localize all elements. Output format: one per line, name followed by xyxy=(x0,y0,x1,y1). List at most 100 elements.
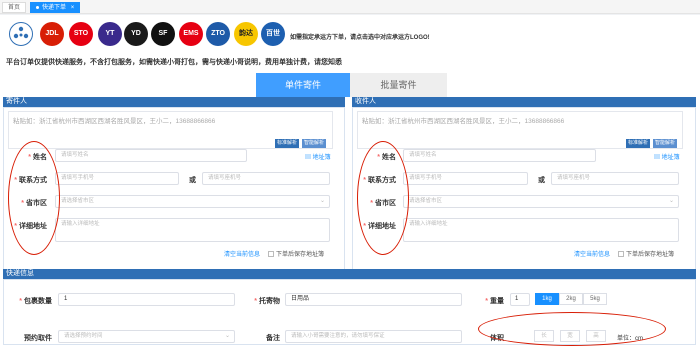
address-book-icon: ▤ xyxy=(305,155,313,161)
sender-region-select[interactable]: 请选择省市区 ⌄ xyxy=(55,195,330,208)
pickup-time-select[interactable]: 请选择预约时间 ⌄ xyxy=(58,330,235,343)
item-type-label-text: 托寄物 xyxy=(259,298,280,305)
weight-input[interactable]: 1 xyxy=(510,293,530,306)
carrier-logo-row: JDL STO YT YD SF EMS ZTO 韵达 百世 如需指定承运方下单… xyxy=(0,15,700,55)
weight-option-5kg[interactable]: 5kg xyxy=(583,293,607,305)
receiver-region-placeholder: 请选择省市区 xyxy=(409,198,443,204)
package-count-label-text: 包裹数量 xyxy=(24,298,52,305)
carrier-sto-logo[interactable]: STO xyxy=(69,22,93,46)
chevron-down-icon: ⌄ xyxy=(668,198,674,204)
receiver-address-book-text: 地址簿 xyxy=(661,155,680,161)
receiver-name-placeholder: 请填写姓名 xyxy=(409,152,437,158)
sender-panel-title: 寄件人 xyxy=(3,97,345,107)
tab-home[interactable]: 首页 xyxy=(2,2,27,13)
sender-paste-placeholder: 粘贴如：浙江省杭州市西湖区西湖名胜风景区，王小二，13688866866 xyxy=(13,118,216,125)
weight-value: 1 xyxy=(515,296,519,302)
carrier-ems-label: EMS xyxy=(183,30,199,37)
carrier-jdl-label: JDL xyxy=(45,30,59,37)
receiver-name-input[interactable]: 请填写姓名 xyxy=(403,149,596,162)
carrier-yt-label: YT xyxy=(105,30,115,37)
receiver-or-label: 或 xyxy=(538,177,545,184)
carrier-best-logo[interactable]: 百世 xyxy=(261,22,285,46)
sender-smart-parse-button[interactable]: 智能解析 xyxy=(302,139,327,148)
carrier-yd-logo[interactable]: YD xyxy=(124,22,148,46)
receiver-phone-input[interactable]: 请填写手机号 xyxy=(403,172,528,185)
sender-save-checkbox[interactable]: 下单后保存地址簿 xyxy=(268,249,324,258)
sender-phone-input[interactable]: 请填写手机号 xyxy=(55,172,179,185)
carrier-sf-label: SF xyxy=(158,30,168,37)
sender-or-label: 或 xyxy=(189,177,196,184)
package-count-value: 1 xyxy=(64,296,68,302)
receiver-save-text: 下单后保存地址簿 xyxy=(626,252,675,258)
sender-name-input[interactable]: 请填写姓名 xyxy=(55,149,247,162)
tab-home-label: 首页 xyxy=(8,5,21,11)
carrier-yunda-logo[interactable]: 韵达 xyxy=(234,22,258,46)
carrier-zto-logo[interactable]: ZTO xyxy=(206,22,230,46)
checkbox-icon xyxy=(618,251,624,257)
receiver-panel-title: 收件人 xyxy=(352,97,696,107)
chevron-down-icon: ⌄ xyxy=(224,333,230,339)
sender-save-text: 下单后保存地址簿 xyxy=(276,252,325,258)
sender-address-placeholder: 请输入详细地址 xyxy=(61,221,100,227)
checkbox-icon xyxy=(268,251,274,257)
pickup-time-label: 预约取件 xyxy=(24,335,52,342)
tab-close-icon[interactable]: × xyxy=(71,5,75,11)
remark-input[interactable]: 请输入小哥需要注意的，请勿填写保证 xyxy=(285,330,462,343)
sender-clear-link[interactable]: 清空当前信息 xyxy=(224,249,260,258)
receiver-save-checkbox[interactable]: 下单后保存地址簿 xyxy=(618,249,674,258)
service-notice: 平台订单仅提供快递服务，不含打包服务，如需快递小哥打包，需与快递小哥说明，费用单… xyxy=(6,59,342,66)
tab-batch-shipment[interactable]: 批量寄件 xyxy=(350,73,447,97)
sender-phone-placeholder: 请填写手机号 xyxy=(61,175,95,181)
all-carriers-icon[interactable] xyxy=(9,22,33,46)
carrier-yt-logo[interactable]: YT xyxy=(98,22,122,46)
carrier-best-label: 百世 xyxy=(266,30,280,37)
receiver-region-select[interactable]: 请选择省市区 ⌄ xyxy=(403,195,679,208)
remark-placeholder: 请输入小哥需要注意的，请勿填写保证 xyxy=(291,333,385,339)
package-count-input[interactable]: 1 xyxy=(58,293,235,306)
annotation-oval-sender xyxy=(8,141,60,255)
sender-landline-placeholder: 请填写座机号 xyxy=(208,175,242,181)
sender-address-book-link[interactable]: ▤ 地址簿 xyxy=(305,152,331,161)
tab-express-order-label: 快递下单 xyxy=(42,5,67,11)
receiver-standard-parse-button[interactable]: 标准解析 xyxy=(626,139,651,148)
express-title-text: 快递信息 xyxy=(6,270,34,277)
receiver-address-book-link[interactable]: ▤ 地址簿 xyxy=(654,152,680,161)
receiver-clear-link[interactable]: 清空当前信息 xyxy=(574,249,610,258)
annotation-oval-volume xyxy=(478,312,666,346)
carrier-sf-logo[interactable]: SF xyxy=(151,22,175,46)
express-panel-title: 快递信息 xyxy=(3,269,696,279)
carrier-yd-label: YD xyxy=(131,30,141,37)
receiver-phone-placeholder: 请填写手机号 xyxy=(409,175,443,181)
carrier-yunda-label: 韵达 xyxy=(239,30,253,37)
address-book-icon: ▤ xyxy=(654,155,662,161)
carrier-sto-label: STO xyxy=(73,30,89,37)
carrier-jdl-logo[interactable]: JDL xyxy=(40,22,64,46)
receiver-landline-placeholder: 请填写座机号 xyxy=(557,175,591,181)
receiver-address-input[interactable]: 请输入详细地址 xyxy=(403,218,679,242)
weight-option-2kg[interactable]: 2kg xyxy=(559,293,583,305)
sender-title-text: 寄件人 xyxy=(6,98,27,105)
carrier-select-hint: 如需指定承运方下单，请点击选中对应承运方LOGO! xyxy=(290,35,430,41)
annotation-oval-receiver xyxy=(357,141,409,255)
receiver-address-placeholder: 请输入详细地址 xyxy=(409,221,448,227)
sender-region-placeholder: 请选择省市区 xyxy=(61,198,95,204)
sender-name-placeholder: 请填写姓名 xyxy=(61,152,89,158)
receiver-landline-input[interactable]: 请填写座机号 xyxy=(551,172,679,185)
remark-label: 备注 xyxy=(266,335,280,342)
weight-label: * 重量 xyxy=(485,298,504,305)
sender-address-input[interactable]: 请输入详细地址 xyxy=(55,218,330,242)
tab-express-order[interactable]: 快递下单 × xyxy=(30,2,81,13)
tab-bar: 首页 快递下单 × xyxy=(0,0,700,14)
item-type-input[interactable]: 日用品 xyxy=(285,293,462,306)
weight-option-1kg[interactable]: 1kg xyxy=(535,293,559,305)
carrier-zto-label: ZTO xyxy=(211,30,225,37)
receiver-smart-parse-button[interactable]: 智能解析 xyxy=(653,139,678,148)
receiver-paste-placeholder: 粘贴如：浙江省杭州市西湖区西湖名胜风景区，王小二，13688866866 xyxy=(362,118,565,125)
pickup-time-placeholder: 请选择预约时间 xyxy=(64,333,103,339)
tab-single-shipment[interactable]: 单件寄件 xyxy=(256,73,350,97)
sender-landline-input[interactable]: 请填写座机号 xyxy=(202,172,330,185)
sender-standard-parse-button[interactable]: 标准解析 xyxy=(275,139,300,148)
carrier-ems-logo[interactable]: EMS xyxy=(179,22,203,46)
weight-label-text: 重量 xyxy=(490,298,504,305)
chevron-down-icon: ⌄ xyxy=(319,198,325,204)
